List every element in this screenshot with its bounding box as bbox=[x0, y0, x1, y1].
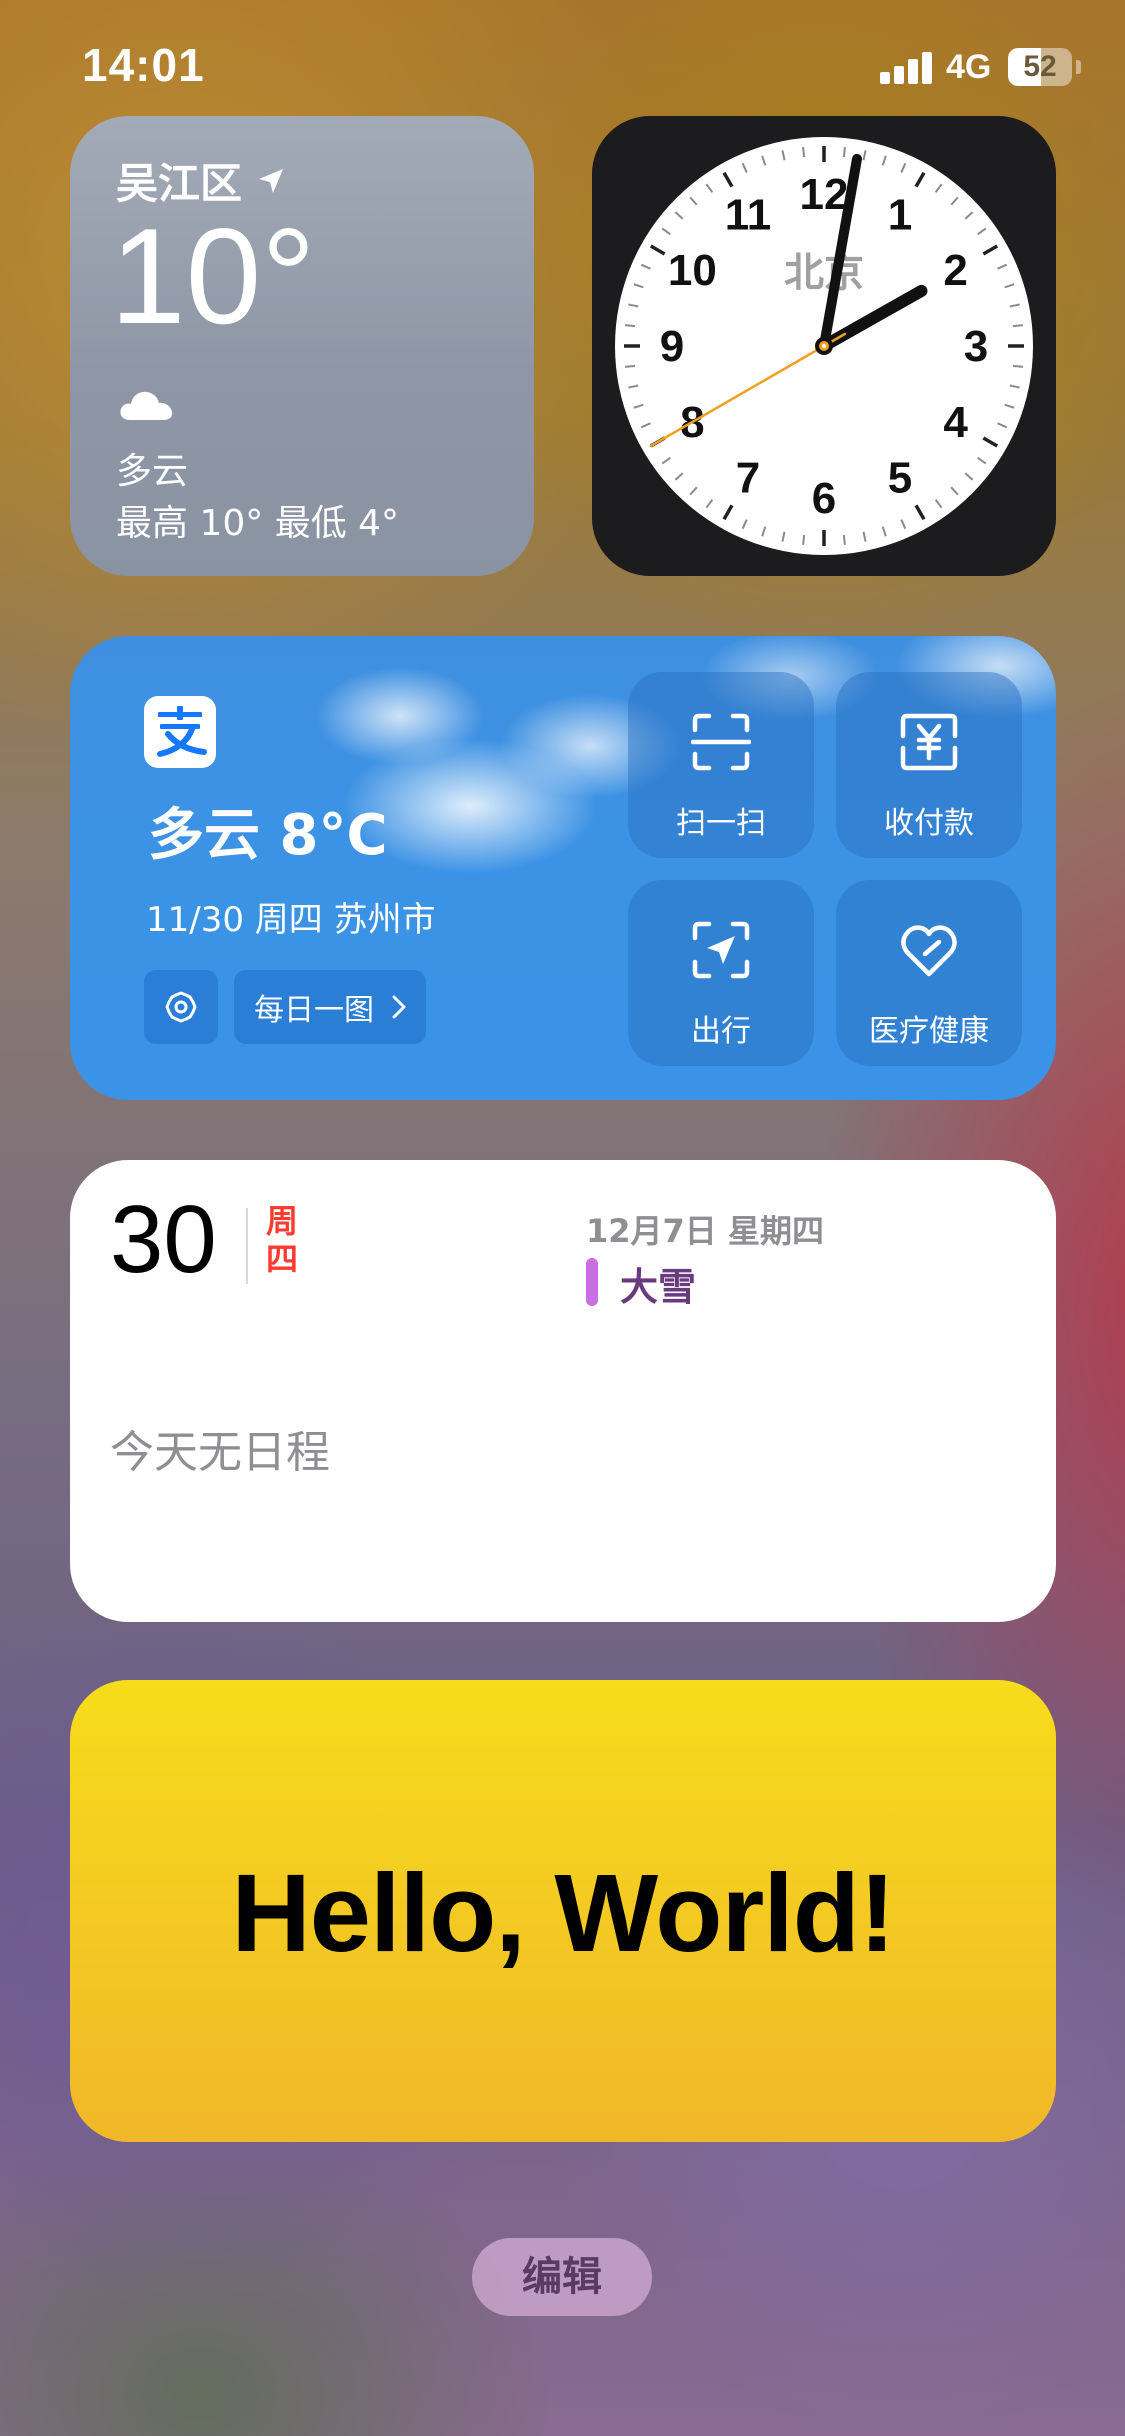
clock-numeral: 3 bbox=[964, 322, 988, 371]
network-label: 4G bbox=[946, 48, 992, 86]
calendar-divider bbox=[246, 1208, 248, 1284]
daily-picture-button[interactable]: 每日一图 bbox=[234, 970, 426, 1044]
cloud-icon bbox=[120, 391, 173, 420]
travel-icon bbox=[692, 921, 750, 979]
location-arrow-icon bbox=[259, 168, 284, 193]
clock-tick bbox=[842, 534, 846, 546]
calendar-event-title: 大雪 bbox=[620, 1265, 697, 1309]
battery-icon: 52 bbox=[1008, 48, 1072, 86]
clock-numeral: 5 bbox=[888, 454, 912, 503]
clock-numeral: 6 bbox=[812, 474, 836, 523]
scan-button[interactable]: 扫一扫 bbox=[628, 672, 814, 858]
clock-numeral: 12 bbox=[800, 170, 849, 219]
hello-world-text: Hello, World! bbox=[231, 1852, 895, 1975]
edit-button[interactable]: 编辑 bbox=[472, 2238, 652, 2316]
travel-label: 出行 bbox=[691, 1014, 751, 1049]
weather-widget[interactable]: 吴江区 10° 多云 最高 10° 最低 4° bbox=[70, 116, 534, 576]
settings-button[interactable] bbox=[144, 970, 218, 1044]
alipay-logo-icon bbox=[157, 706, 207, 757]
payment-button[interactable]: 收付款 bbox=[836, 672, 1022, 858]
clock-tick bbox=[1012, 324, 1024, 328]
clock-center-dot bbox=[822, 344, 826, 348]
calendar-weekday: 周四 bbox=[266, 1202, 299, 1278]
payment-icon bbox=[900, 713, 958, 771]
health-button[interactable]: 医疗健康 bbox=[836, 880, 1022, 1066]
battery-nub bbox=[1076, 60, 1081, 74]
clock-tick bbox=[624, 364, 636, 368]
alipay-date-city: 11/30 周四 苏州市 bbox=[146, 900, 436, 940]
health-icon bbox=[901, 925, 957, 977]
clock-tick bbox=[802, 146, 806, 158]
clock-numeral: 9 bbox=[660, 322, 684, 371]
clock-numeral: 4 bbox=[943, 398, 968, 447]
scan-icon bbox=[691, 713, 751, 771]
clock-widget[interactable]: 121234567891011 北京 bbox=[592, 116, 1056, 576]
clock-numeral: 7 bbox=[736, 454, 760, 503]
hello-world-widget[interactable]: Hello, World! bbox=[70, 1680, 1056, 2142]
clock-numeral: 11 bbox=[725, 190, 772, 239]
health-label: 医疗健康 bbox=[869, 1014, 989, 1049]
calendar-empty-text: 今天无日程 bbox=[110, 1427, 330, 1478]
alipay-logo bbox=[144, 696, 216, 768]
clock-numeral: 10 bbox=[668, 246, 717, 295]
alipay-weather: 多云 8°C bbox=[148, 803, 388, 868]
clock-numeral: 1 bbox=[888, 190, 912, 239]
status-time: 14:01 bbox=[82, 39, 205, 91]
clock-tick bbox=[802, 534, 806, 546]
clock-tick bbox=[624, 324, 636, 328]
scan-label: 扫一扫 bbox=[676, 806, 766, 841]
calendar-upcoming-date: 12月7日 星期四 bbox=[586, 1212, 824, 1250]
clock-tick bbox=[1012, 364, 1024, 368]
chevron-right-icon bbox=[392, 995, 406, 1019]
alipay-widget[interactable]: 多云 8°C 11/30 周四 苏州市 每日一图 扫一扫 收付款 出行 医疗健康 bbox=[70, 636, 1056, 1100]
clock-numeral: 2 bbox=[943, 246, 967, 295]
calendar-day: 30 bbox=[110, 1186, 217, 1293]
signal-icon bbox=[880, 52, 934, 84]
weather-temperature: 10° bbox=[110, 200, 316, 352]
clock-city: 北京 bbox=[784, 250, 864, 296]
payment-label: 收付款 bbox=[884, 806, 974, 841]
daily-picture-label: 每日一图 bbox=[254, 993, 374, 1028]
calendar-event-color-bar bbox=[586, 1258, 598, 1306]
gear-icon bbox=[165, 991, 197, 1023]
travel-button[interactable]: 出行 bbox=[628, 880, 814, 1066]
battery-label: 52 bbox=[1023, 50, 1057, 83]
weather-condition: 多云 bbox=[116, 451, 189, 492]
analog-clock: 121234567891011 北京 bbox=[615, 137, 1033, 555]
calendar-widget[interactable]: 30 周四 12月7日 星期四 大雪 今天无日程 bbox=[70, 1160, 1056, 1622]
clock-tick bbox=[842, 146, 846, 158]
weather-range: 最高 10° 最低 4° bbox=[116, 503, 400, 544]
